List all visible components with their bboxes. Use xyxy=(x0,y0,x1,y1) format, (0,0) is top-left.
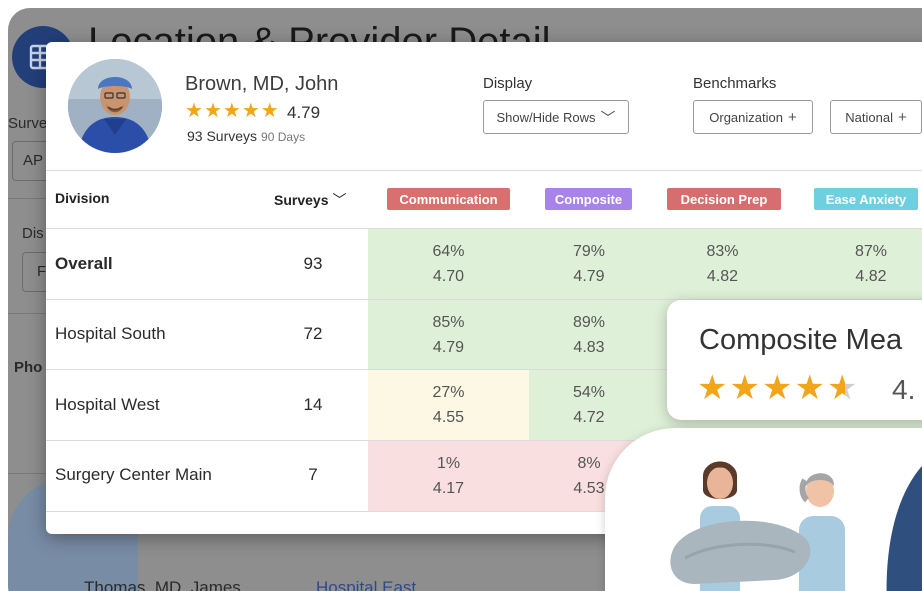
star-icon: ★ xyxy=(222,100,241,122)
measure-pill-communication[interactable]: Communication xyxy=(387,188,510,210)
table-cell: 54% 4.72 xyxy=(529,370,649,440)
table-cell: 27% 4.55 xyxy=(368,370,529,440)
table-cell: 64% 4.70 xyxy=(368,229,529,299)
star-icon: ★ xyxy=(794,369,825,407)
survey-count: 93 xyxy=(303,254,323,273)
star-icon: ★ xyxy=(203,100,222,122)
division-hospital-south[interactable]: Hospital South xyxy=(55,324,166,344)
pho-label: Pho xyxy=(14,359,43,376)
bottom-provider-name: Thomas, MD, James xyxy=(84,578,241,591)
popup-rating-stars: ★ ★ ★ ★ ★ xyxy=(697,370,857,406)
show-hide-rows-button[interactable]: Show/Hide Rows ﹀ xyxy=(483,100,629,134)
star-icon: ★ xyxy=(697,369,728,407)
organization-benchmark-button[interactable]: Organization + xyxy=(693,100,813,134)
survey-count: 72 xyxy=(303,324,323,343)
display-label: Display xyxy=(483,75,533,92)
division-surgery-center-main[interactable]: Surgery Center Main xyxy=(55,465,212,485)
star-icon: ★ xyxy=(241,100,260,122)
star-icon: ★ xyxy=(260,100,279,122)
division-column-header[interactable]: Division xyxy=(55,190,109,206)
division-hospital-west[interactable]: Hospital West xyxy=(55,395,160,415)
plus-icon: + xyxy=(787,108,797,126)
composite-measure-card: Composite Mea ★ ★ ★ ★ ★ 4. xyxy=(667,300,922,420)
star-icon: ★ xyxy=(185,100,203,122)
patient-illustration xyxy=(605,428,922,591)
measure-pill-ease-anxiety[interactable]: Ease Anxiety xyxy=(814,188,918,210)
plus-icon: + xyxy=(897,108,907,126)
table-cell: 79% 4.79 xyxy=(529,229,649,299)
table-cell: 1% 4.17 xyxy=(368,441,529,511)
star-icon: ★ xyxy=(761,369,793,407)
provider-name: Brown, MD, John xyxy=(185,73,339,95)
measure-pill-composite[interactable]: Composite xyxy=(545,188,632,210)
benchmarks-label: Benchmarks xyxy=(693,75,777,92)
table-cell: 89% 4.83 xyxy=(529,300,649,370)
chevron-down-icon: ﹀ xyxy=(600,109,616,127)
survey-label: Surve xyxy=(8,115,48,132)
star-icon: ★ xyxy=(729,369,760,407)
surveys-column-header[interactable]: Surveys ﹀ xyxy=(274,190,346,210)
national-benchmark-button[interactable]: National + xyxy=(830,100,922,134)
provider-rating-stars: ★ ★ ★ ★ ★ xyxy=(185,101,279,121)
chevron-down-icon: ﹀ xyxy=(332,192,347,208)
survey-count: 7 xyxy=(308,465,318,484)
avatar xyxy=(68,59,162,153)
bottom-provider-location[interactable]: Hospital East xyxy=(316,578,416,591)
provider-rating-value: 4.79 xyxy=(287,103,321,122)
popup-rating-value: 4. xyxy=(892,374,916,405)
survey-count: 14 xyxy=(303,395,323,414)
dis-label: Dis xyxy=(22,225,44,242)
provider-survey-count: 93 Surveys 90 Days xyxy=(187,128,306,144)
half-star-icon: ★ xyxy=(826,369,858,407)
table-cell: 85% 4.79 xyxy=(368,300,529,370)
table-cell: 87% 4.82 xyxy=(796,229,922,299)
popup-title: Composite Mea xyxy=(699,324,903,356)
measure-pill-decision-prep[interactable]: Decision Prep xyxy=(667,188,781,210)
division-overall: Overall xyxy=(55,254,113,273)
table-cell: 83% 4.82 xyxy=(649,229,796,299)
